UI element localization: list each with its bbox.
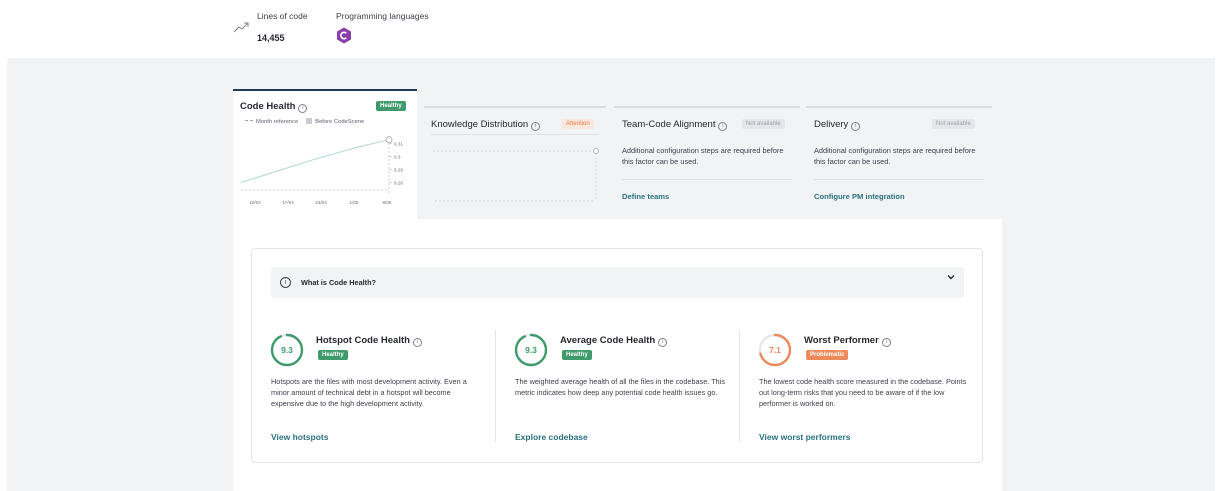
average-description: The weighted average health of all the f… bbox=[515, 377, 725, 397]
status-badge: Healthy bbox=[376, 101, 406, 111]
trend-up-icon bbox=[233, 22, 249, 33]
hotspot-code-health-title: Hotspot Code Health i bbox=[316, 335, 422, 347]
configure-pm-integration-link[interactable]: Configure PM integration bbox=[814, 192, 905, 201]
programming-languages-label: Programming languages bbox=[336, 11, 429, 21]
latest-point-marker bbox=[385, 136, 393, 143]
divider bbox=[431, 134, 599, 135]
worst-performer-description: The lowest code health score measured in… bbox=[759, 377, 967, 408]
info-icon[interactable]: i bbox=[881, 338, 891, 347]
code-health-title: Code Health i bbox=[240, 101, 308, 113]
info-icon[interactable]: i bbox=[531, 122, 541, 131]
chart-legend: Month reference Before CodeScene bbox=[245, 118, 364, 125]
status-badge: Attention bbox=[562, 119, 594, 129]
knowledge-chart bbox=[433, 148, 599, 202]
y-tick-label: 9.28 bbox=[394, 180, 403, 185]
code-health-series-line bbox=[240, 139, 390, 184]
y-tick-label: 9.31 bbox=[394, 141, 403, 146]
x-tick-label: 10/04 bbox=[249, 200, 261, 205]
score-value: 9.3 bbox=[281, 345, 293, 355]
csharp-icon bbox=[337, 27, 351, 44]
status-badge: Problematic bbox=[806, 350, 849, 360]
divider bbox=[814, 179, 984, 180]
delivery-title: Delivery i bbox=[814, 119, 861, 131]
knowledge-distribution-title: Knowledge Distribution i bbox=[431, 119, 541, 131]
top-stats-bar: Lines of code 14,455 Programming languag… bbox=[0, 0, 1218, 58]
info-icon[interactable]: i bbox=[298, 104, 308, 113]
explore-codebase-link[interactable]: Explore codebase bbox=[515, 432, 588, 442]
status-badge: Not available bbox=[932, 119, 975, 129]
worst-performer-score-ring: 7.1 bbox=[758, 333, 792, 367]
average-score-ring: 9.3 bbox=[514, 333, 548, 367]
divider bbox=[622, 179, 792, 180]
lines-of-code-label: Lines of code bbox=[257, 11, 308, 21]
hotspot-score-ring: 9.3 bbox=[270, 333, 304, 367]
x-tick-label: 1/05 bbox=[350, 200, 359, 205]
info-icon[interactable]: i bbox=[658, 338, 668, 347]
y-tick-label: 9.29 bbox=[394, 167, 403, 172]
score-value: 9.3 bbox=[525, 345, 537, 355]
average-code-health-title: Average Code Health i bbox=[560, 335, 668, 347]
info-icon[interactable]: i bbox=[412, 338, 422, 347]
x-tick-label: 24/04 bbox=[315, 200, 327, 205]
view-hotspots-link[interactable]: View hotspots bbox=[271, 432, 328, 442]
square-icon bbox=[306, 118, 313, 124]
y-tick-label: 9.3 bbox=[394, 154, 401, 159]
x-tick-label: 8/05 bbox=[383, 200, 392, 205]
score-value: 7.1 bbox=[769, 345, 781, 355]
divider bbox=[739, 330, 740, 442]
info-icon[interactable]: i bbox=[851, 122, 861, 131]
legend-before-codescene: Before CodeScene bbox=[315, 119, 365, 125]
dashed-line-icon bbox=[245, 120, 253, 121]
accordion-title: What is Code Health? bbox=[301, 278, 376, 287]
x-tick-label: 17/04 bbox=[282, 200, 294, 205]
status-badge: Healthy bbox=[318, 350, 348, 360]
hotspot-description: Hotspots are the files with most develop… bbox=[271, 377, 467, 408]
delivery-description: Additional configuration steps are requi… bbox=[814, 146, 976, 166]
worst-performer-title: Worst Performer i bbox=[804, 335, 891, 347]
team-code-alignment-title: Team-Code Alignment i bbox=[622, 119, 728, 131]
chevron-down-icon[interactable] bbox=[946, 272, 956, 282]
info-icon[interactable]: i bbox=[718, 122, 728, 131]
team-code-alignment-description: Additional configuration steps are requi… bbox=[622, 146, 784, 166]
lines-of-code-value: 14,455 bbox=[257, 33, 285, 43]
define-teams-link[interactable]: Define teams bbox=[622, 192, 669, 201]
view-worst-performers-link[interactable]: View worst performers bbox=[759, 432, 851, 442]
info-icon: i bbox=[280, 277, 291, 288]
legend-month-reference: Month reference bbox=[256, 119, 299, 125]
status-badge: Healthy bbox=[562, 350, 592, 360]
divider bbox=[495, 330, 496, 442]
status-badge: Not available bbox=[742, 119, 785, 129]
code-health-chart: 9.31 9.3 9.29 9.28 10/04 17/04 24/04 1/05 8/05 bbox=[240, 136, 403, 205]
